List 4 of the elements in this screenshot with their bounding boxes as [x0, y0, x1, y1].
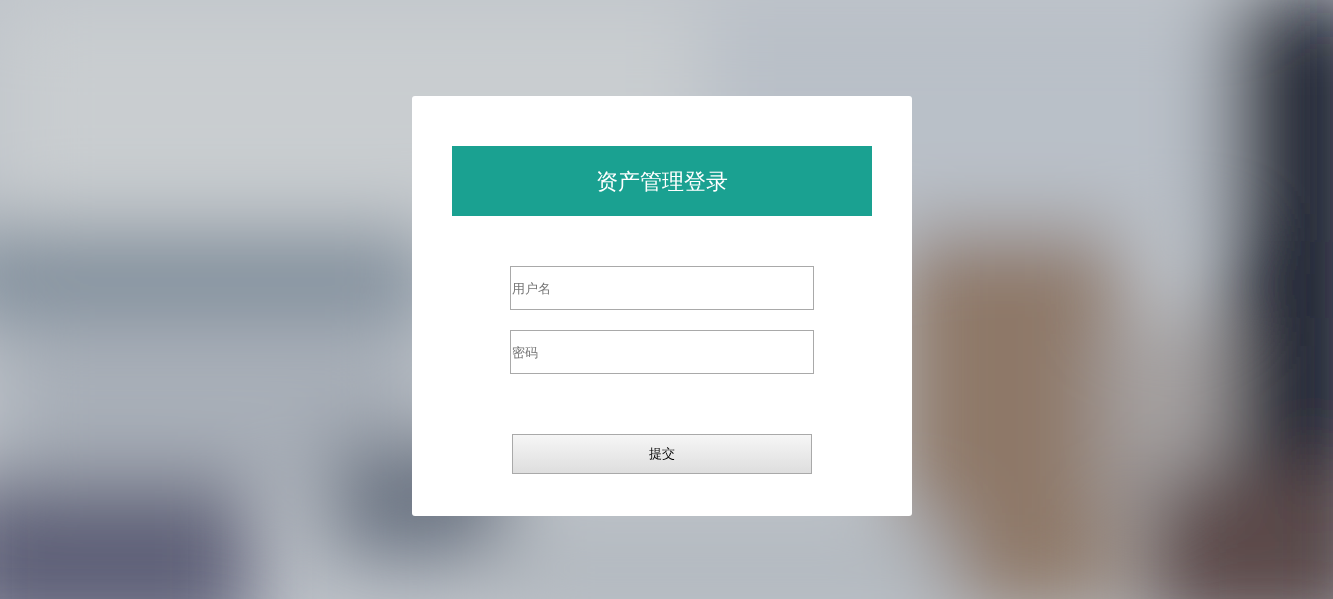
input-field[interactable]: 用户名: [510, 266, 814, 310]
login-title: 资产管理登录: [452, 146, 872, 216]
input-field[interactable]: 密码: [510, 330, 814, 374]
submit-button[interactable]: 提交: [512, 434, 812, 474]
